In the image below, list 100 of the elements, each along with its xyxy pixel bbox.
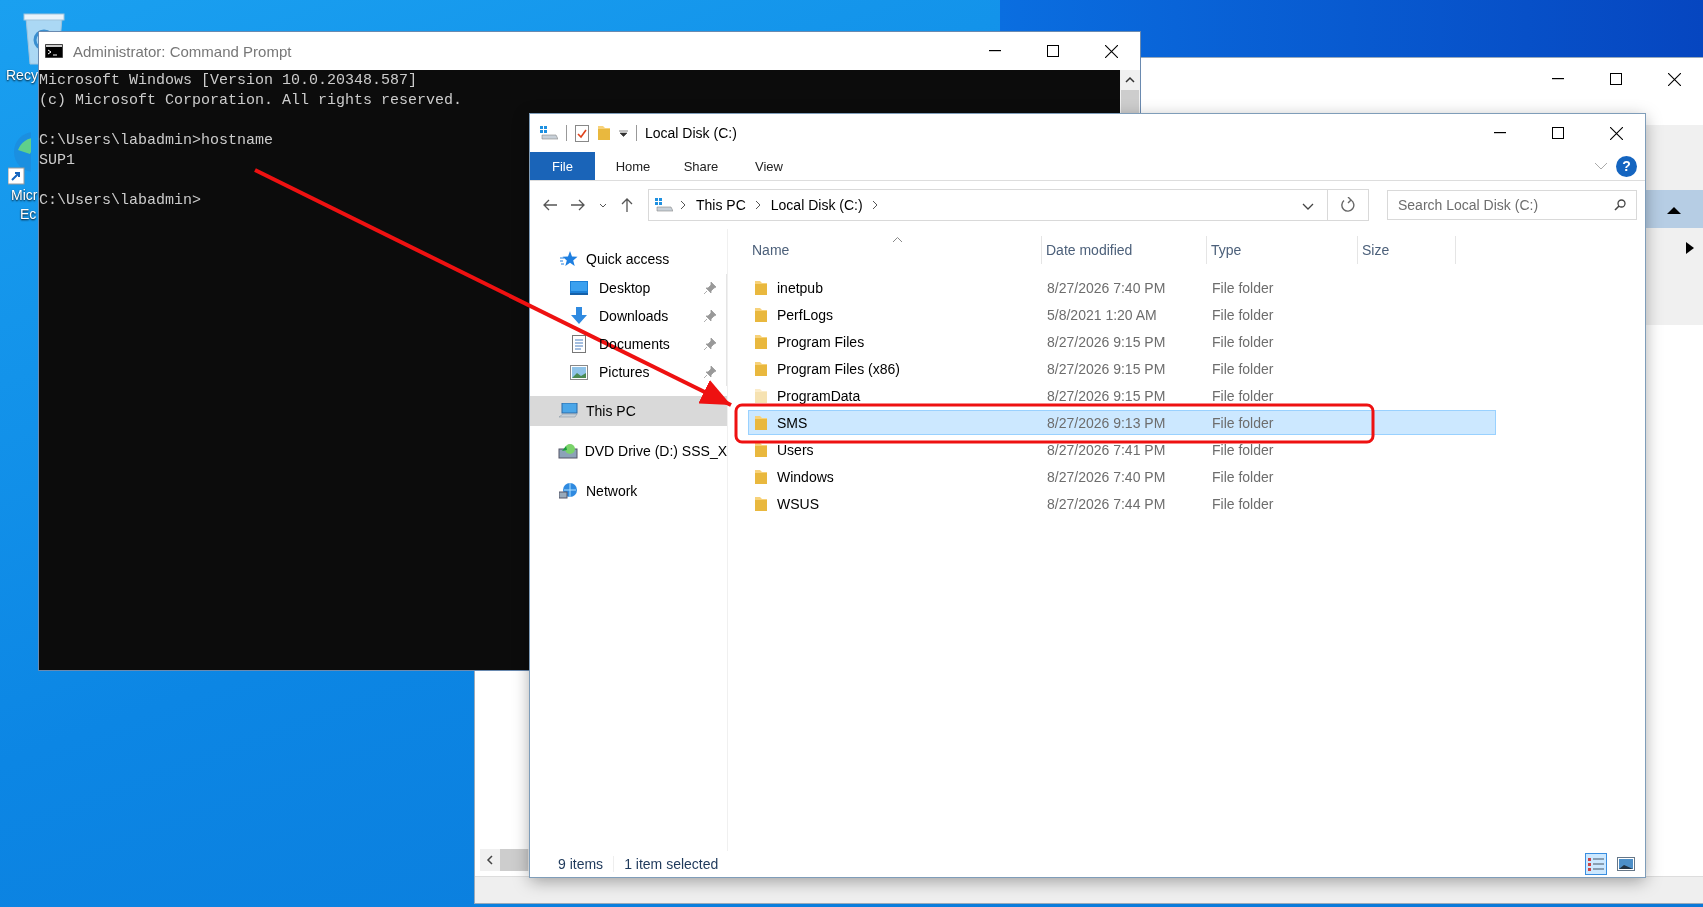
date-cell-text: 8/27/2026 7:41 PM: [1046, 441, 1167, 458]
dropdown-caret-icon[interactable]: [619, 129, 628, 137]
folder-icon[interactable]: [597, 125, 611, 141]
large-icons-view-icon: [1617, 857, 1635, 871]
window-title: Administrator: Command Prompt: [73, 42, 293, 60]
refresh-icon: [1340, 197, 1356, 213]
details-view-icon: [1588, 857, 1604, 871]
file-name: Program Files: [777, 333, 865, 350]
scroll-up-button[interactable]: [1645, 190, 1703, 228]
file-name: PerfLogs: [777, 306, 834, 323]
type-cell-text: File folder: [1211, 387, 1275, 404]
type-cell-text: File folder: [1211, 414, 1275, 431]
icon-label: Ec: [20, 205, 37, 224]
nav-item[interactable]: Quick access: [530, 244, 727, 274]
file-name: Users: [777, 441, 814, 458]
file-row[interactable]: ProgramData 8/27/2026 9:15 PM File folder: [748, 383, 1496, 408]
column-header[interactable]: Date modified: [1042, 236, 1207, 264]
network-icon: [559, 482, 579, 500]
console-line: C:\Users\labadmin>: [39, 191, 202, 211]
search-field[interactable]: Search Local Disk (C:): [1387, 190, 1637, 220]
icon-label: Recy: [6, 66, 38, 85]
column-header[interactable]: Type: [1207, 236, 1358, 264]
back-arrow-icon: [543, 199, 557, 211]
scroll-thumb[interactable]: [1120, 90, 1140, 114]
file-row[interactable]: PerfLogs 5/8/2021 1:20 AM File folder: [748, 302, 1496, 327]
minimize-icon: [1494, 132, 1506, 134]
maximize-icon: [1047, 45, 1059, 57]
chevron-right-icon: [872, 201, 878, 209]
picture-icon: [570, 364, 588, 380]
date-cell-text: 8/27/2026 9:15 PM: [1046, 333, 1167, 350]
close-icon: [1609, 126, 1623, 140]
file-name: Program Files (x86): [777, 360, 900, 377]
file-row[interactable]: SMS 8/27/2026 9:13 PM File folder: [748, 410, 1496, 435]
column-header[interactable]: Name: [748, 236, 1042, 264]
ribbon-tab[interactable]: Home: [599, 152, 667, 180]
star-icon: [560, 250, 578, 268]
file-row[interactable]: Program Files 8/27/2026 9:15 PM File folder: [748, 329, 1496, 354]
maximize-icon: [1552, 127, 1564, 139]
caret-icon: [599, 202, 607, 208]
ribbon-tab[interactable]: File: [530, 152, 595, 180]
console-line: C:\Users\labadmin>hostname: [39, 131, 274, 151]
help-button[interactable]: ?: [1616, 155, 1637, 177]
type-cell-text: File folder: [1211, 333, 1275, 350]
close-icon: [1104, 44, 1118, 58]
document-icon: [572, 335, 586, 353]
ribbon-tab[interactable]: View: [735, 152, 803, 180]
date-cell-text: 8/27/2026 7:44 PM: [1046, 495, 1167, 512]
address-bar[interactable]: This PC Local Disk (C:): [648, 189, 1369, 221]
type-cell-text: File folder: [1211, 306, 1275, 323]
file-name: WSUS: [777, 495, 819, 512]
type-cell-text: File folder: [1211, 360, 1275, 377]
computer-icon: [559, 403, 579, 419]
console-icon: [45, 44, 63, 58]
chevron-right-icon: [755, 201, 761, 209]
disc-drive-icon: [558, 443, 579, 459]
type-cell-text: File folder: [1211, 495, 1275, 512]
date-cell-text: 8/27/2026 7:40 PM: [1046, 468, 1167, 485]
file-name: Windows: [777, 468, 834, 485]
file-row[interactable]: inetpub 8/27/2026 7:40 PM File folder: [748, 275, 1496, 300]
file-name: SMS: [777, 414, 808, 431]
file-name: inetpub: [777, 279, 823, 296]
file-row[interactable]: Users 8/27/2026 7:41 PM File folder: [748, 437, 1496, 462]
date-cell-text: 8/27/2026 9:13 PM: [1046, 414, 1167, 431]
nav-item[interactable]: Desktop: [530, 274, 727, 302]
console-line: Microsoft Windows [Version 10.0.20348.587]: [39, 71, 418, 91]
nav-item[interactable]: DVD Drive (D:) SSS_X: [530, 436, 727, 466]
chevron-down-icon: [1301, 202, 1314, 210]
type-cell-text: File folder: [1211, 441, 1275, 458]
nav-item[interactable]: Network: [530, 476, 727, 506]
download-icon: [570, 307, 588, 325]
scroll-thumb[interactable]: [500, 849, 528, 871]
window-title: Local Disk (C:): [645, 125, 738, 141]
nav-item[interactable]: Downloads: [530, 302, 727, 330]
type-cell-text: File folder: [1211, 468, 1275, 485]
up-arrow-icon: [621, 198, 633, 212]
breadcrumb-item[interactable]: Local Disk (C:): [768, 197, 865, 213]
nav-item[interactable]: Pictures: [530, 358, 727, 386]
chevron-icon[interactable]: [1594, 162, 1608, 170]
file-name: ProgramData: [777, 387, 861, 404]
forward-arrow-icon: [571, 199, 585, 211]
desktop-icon: [570, 281, 588, 295]
console-line: SUP1: [39, 151, 75, 171]
item-count: 9 items: [548, 856, 615, 872]
ribbon-tab[interactable]: Share: [667, 152, 735, 180]
icon-label: Micr: [11, 186, 38, 205]
date-cell-text: 8/27/2026 9:15 PM: [1046, 387, 1167, 404]
console-line: (c) Microsoft Corporation. All rights reserved.: [39, 91, 463, 111]
nav-item[interactable]: This PC: [530, 396, 727, 426]
file-row[interactable]: Program Files (x86) 8/27/2026 9:15 PM File folder: [748, 356, 1496, 381]
selection-count: 1 item selected: [623, 856, 720, 872]
column-header[interactable]: Size: [1358, 236, 1456, 264]
file-row[interactable]: Windows 8/27/2026 7:40 PM File folder: [748, 464, 1496, 489]
checklist-icon[interactable]: [575, 124, 589, 142]
search-icon: [1614, 199, 1626, 211]
breadcrumb-item[interactable]: This PC: [694, 197, 748, 213]
date-cell-text: 8/27/2026 9:15 PM: [1046, 360, 1167, 377]
file-row[interactable]: WSUS 8/27/2026 7:44 PM File folder: [748, 491, 1496, 516]
date-cell-text: 5/8/2021 1:20 AM: [1046, 306, 1158, 323]
drive-icon: [655, 198, 673, 212]
type-cell-text: File folder: [1211, 279, 1275, 296]
